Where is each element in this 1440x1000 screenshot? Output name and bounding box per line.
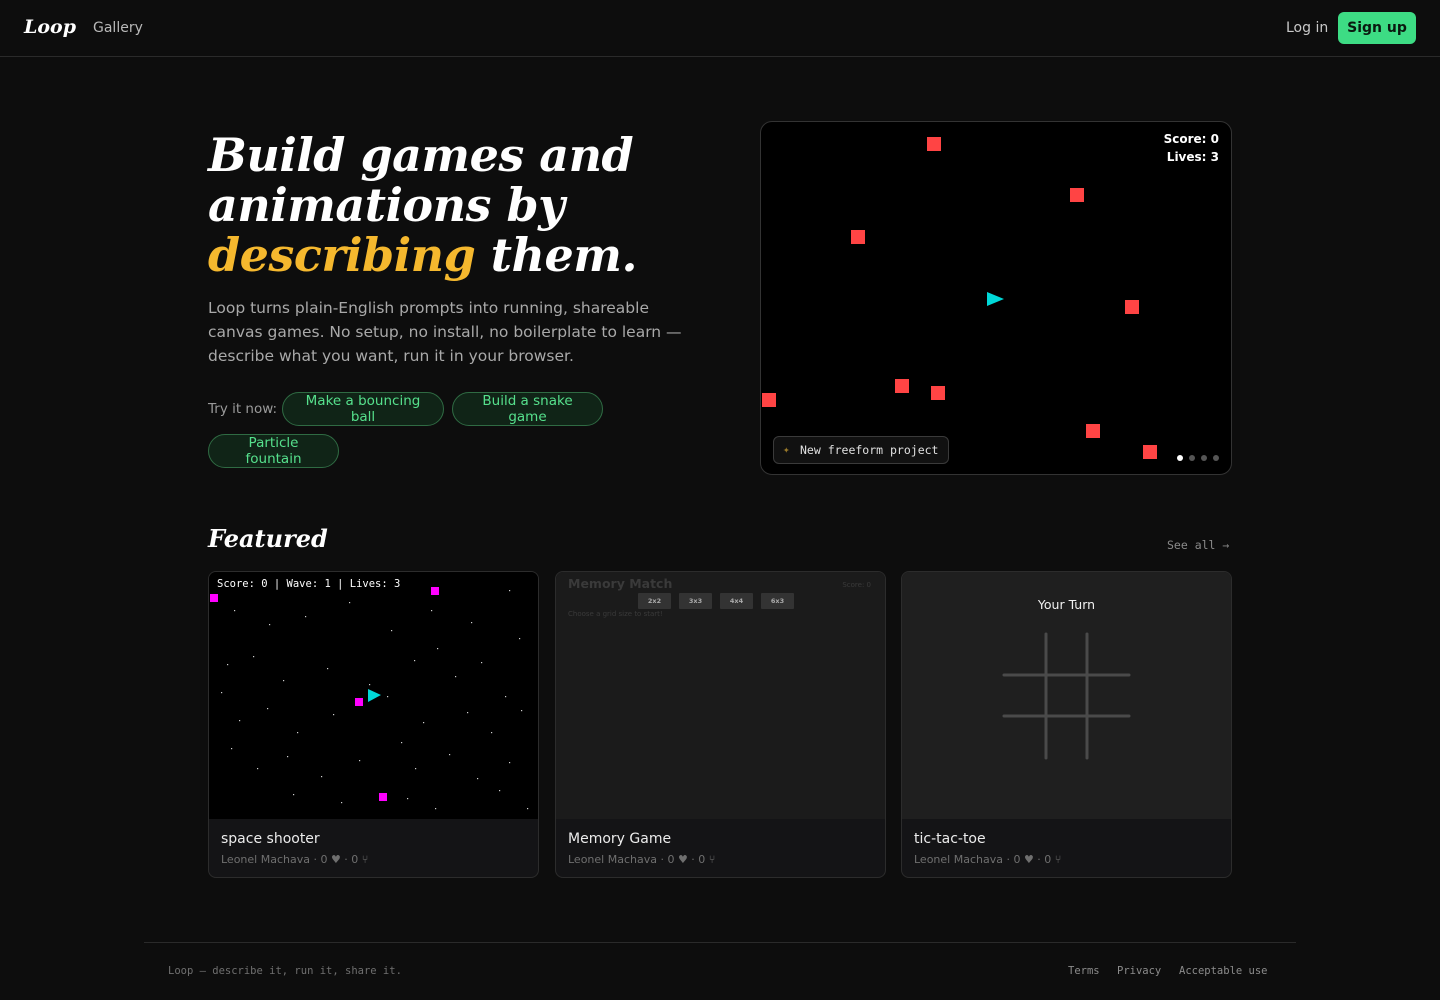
card-meta: Leonel Machava · 0 ♥ · 0 ⑂	[221, 853, 369, 866]
featured-heading: Featured	[208, 524, 328, 553]
card-title[interactable]: space shooter	[221, 831, 320, 847]
footer-tagline: Loop — describe it, run it, share it.	[168, 965, 402, 977]
enemy-block	[851, 230, 865, 244]
grid-size-button: 4x4	[720, 593, 753, 609]
nav-gallery-link[interactable]: Gallery	[93, 20, 143, 36]
carousel-dots	[1177, 455, 1219, 461]
prompt-chip-bouncing-ball[interactable]: Make a bouncing ball	[282, 392, 444, 426]
enemy-block	[927, 137, 941, 151]
enemy-block	[1143, 445, 1157, 459]
grid-size-button: 3x3	[679, 593, 712, 609]
stars	[221, 590, 529, 810]
hero-title-line2: animations by	[208, 178, 565, 232]
hero-title-accent: describing	[208, 228, 476, 282]
try-label: Try it now:	[208, 401, 278, 417]
enemy-block	[355, 698, 363, 706]
carousel-dot[interactable]	[1213, 455, 1219, 461]
sparkle-icon: ✦	[783, 443, 790, 456]
hero-title: Build games and animations by describing…	[208, 130, 748, 280]
starfield	[210, 587, 529, 810]
signup-button[interactable]: Sign up	[1338, 12, 1416, 44]
card-thumbnail: Your Turn	[902, 572, 1231, 819]
carousel-dot[interactable]	[1177, 455, 1183, 461]
card-title[interactable]: tic-tac-toe	[914, 831, 986, 847]
carousel-dot[interactable]	[1201, 455, 1207, 461]
footer-link-terms[interactable]: Terms	[1068, 965, 1100, 977]
player-ship	[368, 689, 381, 702]
logo[interactable]: Loop	[24, 16, 76, 38]
hero-description: Loop turns plain-English prompts into ru…	[208, 299, 682, 365]
prompt-chip-particle-fountain[interactable]: Particle fountain	[208, 434, 339, 468]
card-thumbnail: Score: 0 | Wave: 1 | Lives: 3	[209, 572, 538, 819]
hero-game-preview[interactable]: Score: 0 Lives: 3 ✦ New freeform project	[760, 121, 1232, 475]
prompt-chip-snake-game[interactable]: Build a snake game	[452, 392, 603, 426]
enemy-block	[931, 386, 945, 400]
card-thumbnail: Memory Match Score: 0 2x2 3x3 4x4 6x3 Ch…	[556, 572, 885, 819]
enemy-block	[1125, 300, 1139, 314]
hero-title-end: them.	[475, 228, 638, 282]
hero-title-line1: Build games and	[208, 128, 634, 182]
thumbnail-hud: Score: 0 | Wave: 1 | Lives: 3	[217, 578, 401, 590]
card-meta: Leonel Machava · 0 ♥ · 0 ⑂	[914, 853, 1062, 866]
enemy-block	[431, 587, 439, 595]
thumbnail-score: Score: 0	[842, 581, 871, 589]
badge-label: New freeform project	[800, 443, 939, 457]
enemy-block	[1070, 188, 1084, 202]
grid-size-button: 6x3	[761, 593, 794, 609]
carousel-dot[interactable]	[1189, 455, 1195, 461]
preview-lives: Lives: 3	[1166, 150, 1219, 164]
enemy-block	[762, 393, 776, 407]
preview-canvas	[762, 137, 1157, 459]
card-meta: Leonel Machava · 0 ♥ · 0 ⑂	[568, 853, 716, 866]
login-link[interactable]: Log in	[1286, 20, 1328, 36]
preview-score: Score: 0	[1163, 132, 1219, 146]
enemy-block	[1086, 424, 1100, 438]
footer-link-acceptable-use[interactable]: Acceptable use	[1179, 965, 1268, 977]
enemy-block	[895, 379, 909, 393]
project-card-space-shooter[interactable]: Score: 0 | Wave: 1 | Lives: 3 space shoo…	[208, 571, 539, 878]
project-card-memory-game[interactable]: Memory Match Score: 0 2x2 3x3 4x4 6x3 Ch…	[555, 571, 886, 878]
player-ship	[987, 292, 1004, 306]
thumbnail-subtitle: Choose a grid size to start!	[568, 610, 663, 618]
thumbnail-status: Your Turn	[1037, 597, 1096, 612]
footer-divider	[144, 942, 1296, 943]
enemy-block	[379, 793, 387, 801]
new-freeform-project-badge[interactable]: ✦ New freeform project	[773, 436, 950, 464]
project-card-tic-tac-toe[interactable]: Your Turn tic-tac-toe Leonel Machava · 0…	[901, 571, 1232, 878]
top-nav: Loop Gallery Log in Sign up	[0, 0, 1440, 57]
thumbnail-game-title: Memory Match	[568, 576, 673, 591]
see-all-link[interactable]: See all →	[1167, 538, 1229, 552]
footer-link-privacy[interactable]: Privacy	[1117, 965, 1161, 977]
grid-size-button: 2x2	[638, 593, 671, 609]
enemy-block	[210, 594, 218, 602]
card-title[interactable]: Memory Game	[568, 831, 671, 847]
